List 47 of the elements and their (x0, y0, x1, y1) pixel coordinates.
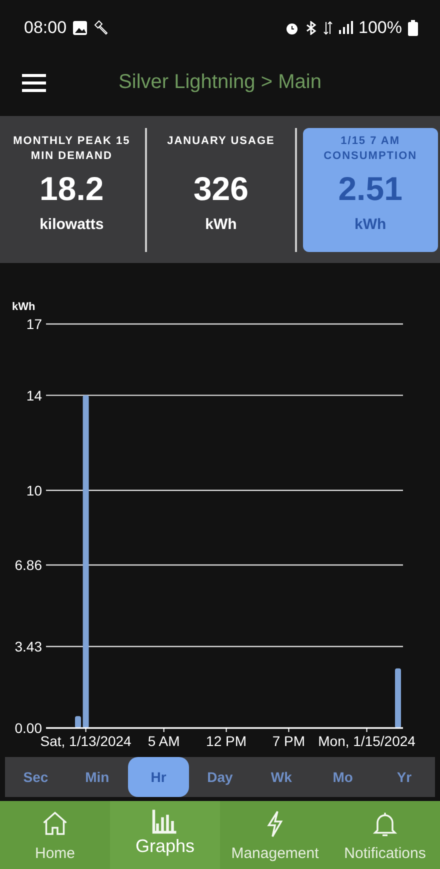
battery-level: 100% (358, 18, 402, 38)
tick-label: 17 (26, 316, 42, 332)
nav-tab[interactable]: Graphs (110, 801, 220, 869)
tick-label: 14 (26, 387, 42, 404)
nav-tab[interactable]: Notifications (330, 801, 440, 869)
tick-label: Sat, 1/13/2024 (40, 733, 132, 749)
page-title: Silver Lightning > Main (118, 71, 322, 94)
data-icon (322, 20, 333, 34)
range-tab[interactable]: Wk (250, 757, 312, 797)
tick-label: 7 PM (272, 733, 306, 749)
stat-card[interactable]: 1/15 7 AM CONSUMPTION 2.51 kWh (302, 128, 438, 252)
stat-label: 1/15 7 AM CONSUMPTION (322, 134, 418, 164)
range-tab[interactable]: Sec (5, 757, 66, 797)
tick-label: 12 PM (206, 733, 247, 749)
stat-label: MONTHLY PEAK 15 MIN DEMAND (12, 134, 132, 164)
nav-tab[interactable]: Home (0, 801, 110, 869)
stat-value: 2.51 (338, 170, 402, 208)
tick-label: 3.43 (14, 638, 42, 654)
battery-icon (408, 20, 418, 36)
tick-label: Mon, 1/15/2024 (318, 733, 416, 749)
nav-tab[interactable]: Management (220, 801, 330, 869)
stat-card[interactable]: MONTHLY PEAK 15 MIN DEMAND 18.2 kilowatts (4, 128, 140, 252)
range-tab[interactable]: Hr (128, 757, 190, 797)
tick-label: 0.00 (14, 720, 42, 736)
bluetooth-icon (304, 20, 317, 34)
signal-icon (338, 21, 353, 34)
axis-label: kWh (12, 301, 36, 313)
image-icon (72, 20, 87, 34)
tick-label: 10 (26, 482, 42, 498)
stat-unit: kilowatts (40, 216, 104, 232)
clock: 08:00 (24, 18, 67, 38)
bar (75, 716, 81, 728)
bar (395, 668, 401, 728)
range-tab[interactable]: Mo (312, 757, 374, 797)
range-tab[interactable]: Yr (374, 757, 435, 797)
range-tab[interactable]: Min (66, 757, 128, 797)
tick-label: 6.86 (14, 556, 42, 573)
stat-unit: kWh (205, 216, 237, 232)
stat-card[interactable]: JANUARY USAGE 326 kWh (153, 128, 289, 252)
stat-value: 18.2 (40, 170, 104, 208)
tick-label: 5 AM (148, 733, 180, 749)
stat-label: JANUARY USAGE (167, 134, 275, 148)
menu-icon[interactable] (22, 74, 46, 92)
range-tab[interactable]: Day (189, 757, 251, 797)
alarm-icon (284, 20, 299, 34)
stat-unit: kWh (354, 216, 386, 232)
stat-value: 326 (193, 170, 249, 208)
